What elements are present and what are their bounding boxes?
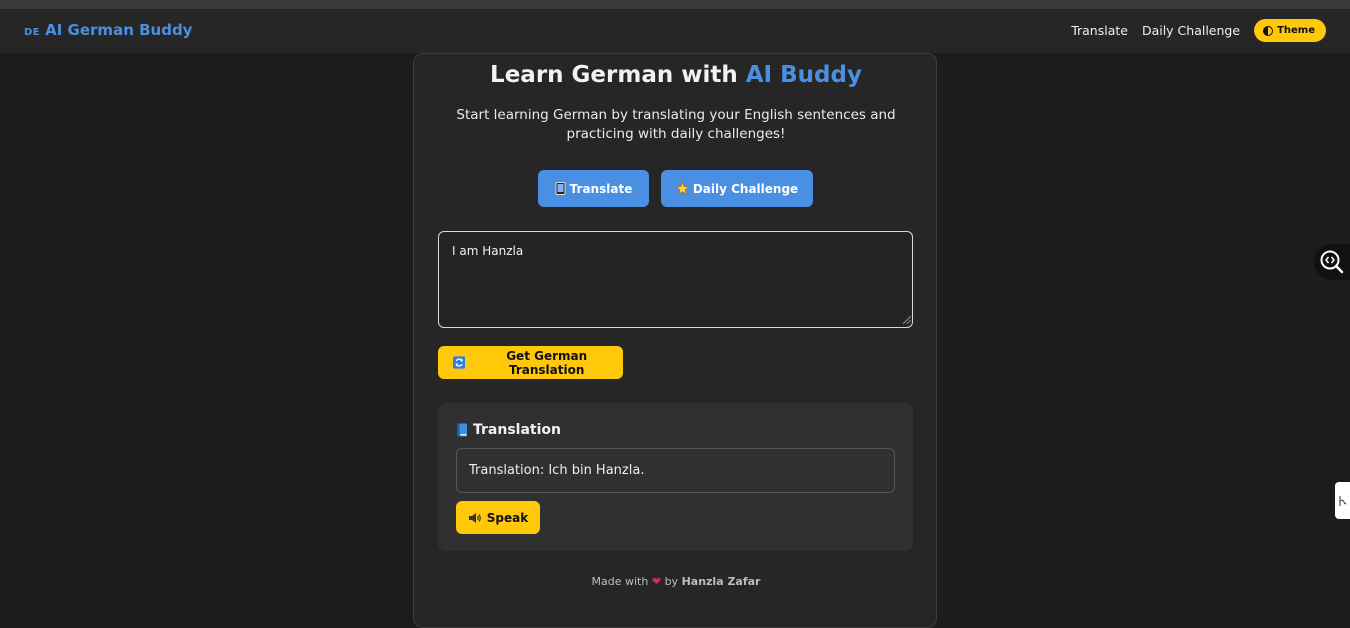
brand-flag: DE — [24, 27, 41, 38]
page-title: Learn German with AI Buddy — [414, 62, 938, 88]
tab-translate-label: Translate — [569, 181, 633, 196]
speak-label: Speak — [486, 510, 529, 525]
theme-toggle-button[interactable]: Theme — [1254, 19, 1326, 42]
theme-label: Theme — [1277, 25, 1315, 36]
mode-tabs: Translate Daily Challenge — [538, 170, 813, 207]
code-search-icon — [1320, 250, 1344, 274]
tab-translate[interactable]: Translate — [538, 170, 649, 207]
nav-link-daily-challenge[interactable]: Daily Challenge — [1142, 23, 1240, 38]
star-icon — [675, 182, 689, 195]
footer: Made with ❤ by Hanzla Zafar — [414, 575, 938, 588]
resize-handle[interactable] — [903, 316, 911, 324]
brand-name: AI German Buddy — [45, 21, 193, 39]
result-heading-label: Translation — [473, 422, 561, 438]
main-card: Learn German with AI Buddy Start learnin… — [413, 53, 937, 628]
translation-output: Translation: Ich bin Hanzla. — [456, 448, 895, 493]
page-subtitle: Start learning German by translating you… — [456, 107, 896, 142]
title-accent: AI Buddy — [745, 62, 862, 88]
tab-challenge-label: Daily Challenge — [692, 181, 799, 196]
browser-top-strip — [0, 0, 1350, 9]
get-translation-label: Get German Translation — [506, 348, 588, 377]
tab-daily-challenge[interactable]: Daily Challenge — [661, 170, 813, 207]
speak-button[interactable]: Speak — [456, 501, 540, 534]
speaker-icon — [468, 512, 481, 523]
title-main: Learn German with — [490, 62, 746, 88]
half-circle-icon — [1263, 25, 1274, 36]
heart-icon: ❤ — [651, 575, 662, 588]
nav-link-translate[interactable]: Translate — [1071, 23, 1128, 38]
brand-logo[interactable]: DE AI German Buddy — [24, 21, 192, 39]
navbar: DE AI German Buddy Translate Daily Chall… — [0, 9, 1350, 53]
english-sentence-input[interactable]: I am Hanzla — [438, 231, 913, 328]
handwriting-icon — [1338, 495, 1347, 506]
tablet-icon — [555, 182, 566, 195]
side-tool-button[interactable] — [1314, 244, 1350, 280]
get-translation-button[interactable]: Get German Translation — [438, 346, 623, 379]
footer-made-with: Made with — [591, 575, 649, 588]
refresh-icon — [453, 356, 466, 369]
side-panel-tab[interactable] — [1335, 482, 1350, 519]
footer-author: Hanzla Zafar — [681, 575, 761, 588]
book-icon — [457, 423, 467, 437]
result-heading: Translation — [456, 422, 561, 438]
nav-links: Translate Daily Challenge Theme — [1071, 19, 1326, 42]
footer-by: by — [664, 575, 679, 588]
translation-result-panel: Translation Translation: Ich bin Hanzla.… — [438, 403, 913, 551]
